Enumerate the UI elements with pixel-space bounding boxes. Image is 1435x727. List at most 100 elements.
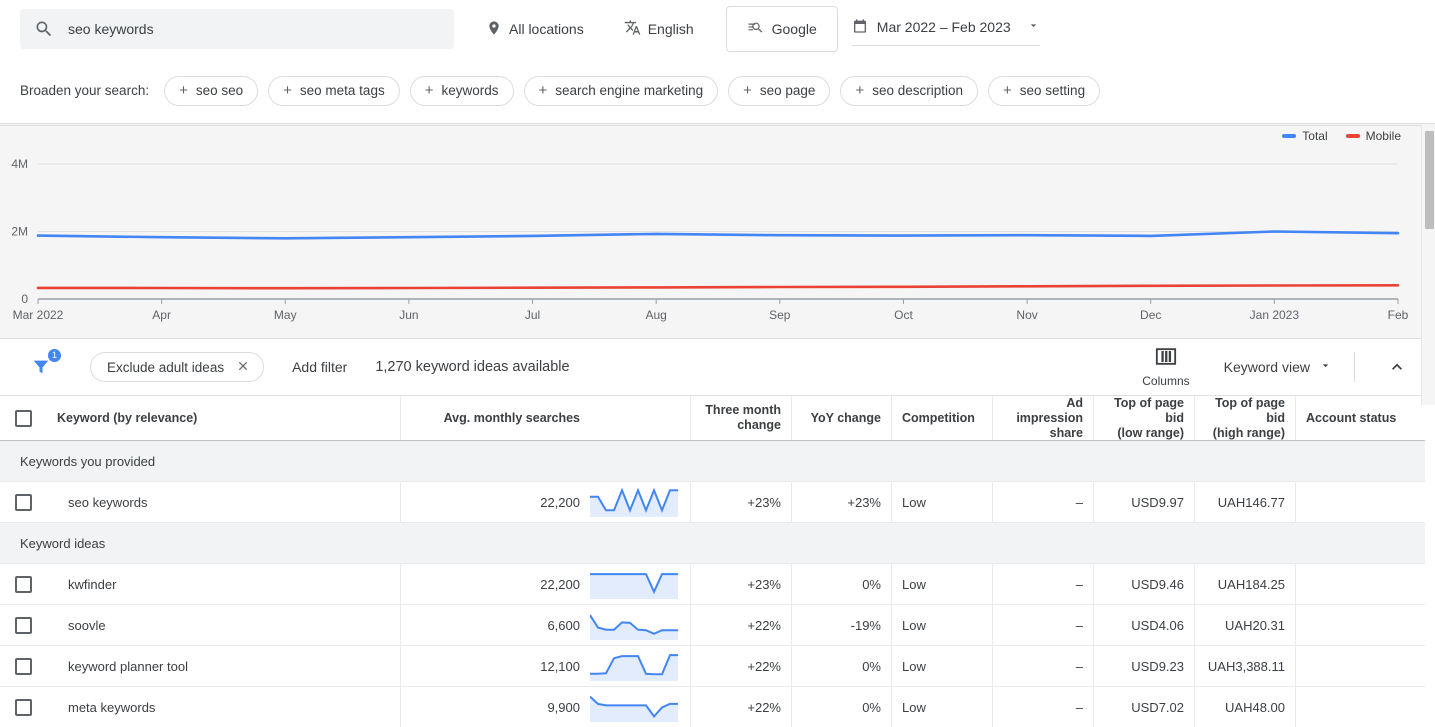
date-range-label: Mar 2022 – Feb 2023	[876, 19, 1011, 35]
collapse-chart-button[interactable]	[1377, 351, 1417, 383]
broaden-chip-5[interactable]: + seo description	[840, 75, 979, 106]
broaden-chip-4[interactable]: + seo page	[728, 75, 831, 106]
competition-value: Low	[902, 658, 926, 674]
search-input[interactable]	[68, 21, 440, 37]
chevron-down-icon[interactable]	[1027, 19, 1040, 35]
row-checkbox[interactable]	[15, 575, 32, 593]
applied-filter-chip[interactable]: Exclude adult ideas	[90, 352, 265, 382]
row-checkbox-cell[interactable]	[0, 482, 47, 522]
bid-low-value: USD9.46	[1131, 576, 1184, 592]
header-competition-label: Competition	[902, 410, 975, 425]
cell-avg-monthly-searches: 6,600	[400, 605, 590, 645]
row-checkbox[interactable]	[15, 698, 32, 716]
table-row[interactable]: soovle 6,600 +22% -19% Low – USD4.06 UAH…	[0, 605, 1425, 646]
table-row[interactable]: meta keywords 9,900 +22% 0% Low – USD7.0…	[0, 687, 1425, 727]
row-checkbox[interactable]	[15, 493, 32, 511]
table-row[interactable]: kwfinder 22,200 +23% 0% Low – USD9.46 UA…	[0, 564, 1425, 605]
cell-sparkline	[590, 687, 690, 727]
row-checkbox-cell[interactable]	[0, 564, 47, 604]
language-selector[interactable]: English	[610, 9, 708, 49]
columns-button[interactable]: Columns	[1132, 347, 1199, 388]
competition-value: Low	[902, 576, 926, 592]
legend-item-total[interactable]: Total	[1282, 129, 1328, 143]
applied-filter-label: Exclude adult ideas	[107, 359, 225, 375]
svg-text:Apr: Apr	[152, 308, 171, 322]
cell-keyword[interactable]: seo keywords	[47, 482, 400, 522]
broaden-chip-label: seo setting	[1019, 83, 1086, 98]
header-avg-monthly-searches[interactable]: Avg. monthly searches	[400, 396, 590, 440]
cell-account-status	[1295, 605, 1435, 645]
table-group-header: Keyword ideas	[0, 523, 1425, 564]
header-competition[interactable]: Competition	[891, 396, 992, 440]
cell-three-month-change: +23%	[690, 564, 791, 604]
header-bid-low[interactable]: Top of page bid (low range)	[1093, 396, 1194, 440]
cell-bid-high: UAH146.77	[1194, 482, 1295, 522]
cell-ad-impression-share: –	[992, 646, 1093, 686]
network-selector[interactable]: Google	[725, 6, 838, 52]
broaden-chip-3[interactable]: + search engine marketing	[523, 75, 719, 106]
header-bidlow-line2: (low range)	[1117, 425, 1184, 440]
broaden-chip-1[interactable]: + seo meta tags	[268, 75, 400, 106]
header-account-status[interactable]: Account status	[1295, 396, 1435, 440]
chart-scrollbar-thumb[interactable]	[1425, 131, 1434, 229]
plus-icon: +	[424, 82, 434, 99]
header-avg-label: Avg. monthly searches	[443, 410, 580, 425]
avg-monthly-value: 22,200	[540, 494, 580, 510]
header-keyword[interactable]: Keyword (by relevance)	[47, 396, 400, 440]
table-row[interactable]: seo keywords 22,200 +23% +23% Low – USD9…	[0, 482, 1425, 523]
close-icon[interactable]	[236, 359, 250, 376]
broaden-chip-label: seo meta tags	[299, 83, 385, 98]
avg-monthly-value: 9,900	[547, 699, 580, 715]
header-three-month-change[interactable]: Three month change	[690, 396, 791, 440]
broaden-chip-0[interactable]: + seo seo	[164, 75, 259, 106]
cell-avg-monthly-searches: 22,200	[400, 482, 590, 522]
row-checkbox-cell[interactable]	[0, 687, 47, 727]
header-yoy-change[interactable]: YoY change	[791, 396, 891, 440]
three-month-value: +22%	[747, 617, 781, 633]
filter-funnel-icon[interactable]: 1	[30, 348, 68, 384]
filter-toolbar: 1 Exclude adult ideas Add filter 1,270 k…	[0, 339, 1435, 396]
bid-high-value: UAH48.00	[1225, 699, 1285, 715]
plus-icon: +	[1003, 82, 1012, 99]
cell-ad-impression-share: –	[992, 564, 1093, 604]
search-box[interactable]	[20, 9, 454, 49]
cell-keyword[interactable]: meta keywords	[47, 687, 400, 727]
chart-legend: Total Mobile	[1282, 129, 1401, 143]
add-filter-button[interactable]: Add filter	[292, 359, 347, 375]
broaden-search-row: Broaden your search: + seo seo + seo met…	[0, 58, 1435, 124]
svg-text:Jan 2023: Jan 2023	[1250, 308, 1300, 322]
cell-keyword[interactable]: keyword planner tool	[47, 646, 400, 686]
cell-bid-low: USD7.02	[1093, 687, 1194, 727]
cell-keyword[interactable]: soovle	[47, 605, 400, 645]
row-checkbox[interactable]	[15, 616, 32, 634]
row-checkbox-cell[interactable]	[0, 605, 47, 645]
search-volume-chart: Total Mobile 0 2M 4M Mar 2022 Apr May Jun Jul Au…	[0, 124, 1435, 339]
broaden-chip-label: seo description	[872, 83, 964, 98]
keyword-text: kwfinder	[68, 576, 117, 592]
cell-account-status	[1295, 687, 1435, 727]
locations-selector[interactable]: All locations	[472, 9, 598, 49]
cell-account-status	[1295, 564, 1435, 604]
broaden-chip-6[interactable]: + seo setting	[988, 75, 1101, 106]
select-all-checkbox-cell[interactable]	[0, 396, 47, 440]
sparkline	[590, 654, 678, 681]
legend-item-mobile[interactable]: Mobile	[1345, 129, 1401, 143]
cell-bid-low: USD9.23	[1093, 646, 1194, 686]
yoy-value: 0%	[862, 699, 881, 715]
search-network-icon	[747, 19, 765, 40]
row-checkbox[interactable]	[15, 657, 32, 675]
keyword-view-selector[interactable]: Keyword view	[1224, 359, 1332, 375]
cell-keyword[interactable]: kwfinder	[47, 564, 400, 604]
cell-bid-low: USD9.46	[1093, 564, 1194, 604]
broaden-chip-2[interactable]: + keywords	[409, 75, 514, 106]
table-row[interactable]: keyword planner tool 12,100 +22% 0% Low …	[0, 646, 1425, 687]
row-checkbox-cell[interactable]	[0, 646, 47, 686]
header-ad-impression-share[interactable]: Ad impression share	[992, 396, 1093, 440]
cell-account-status	[1295, 482, 1435, 522]
broaden-chip-label: search engine marketing	[555, 83, 704, 98]
header-bid-high[interactable]: Top of page bid (high range)	[1194, 396, 1295, 440]
date-range-selector[interactable]: Mar 2022 – Feb 2023	[851, 12, 1040, 46]
chart-scrollbar[interactable]	[1421, 125, 1435, 405]
plus-icon: +	[855, 82, 865, 99]
select-all-checkbox[interactable]	[15, 409, 32, 427]
